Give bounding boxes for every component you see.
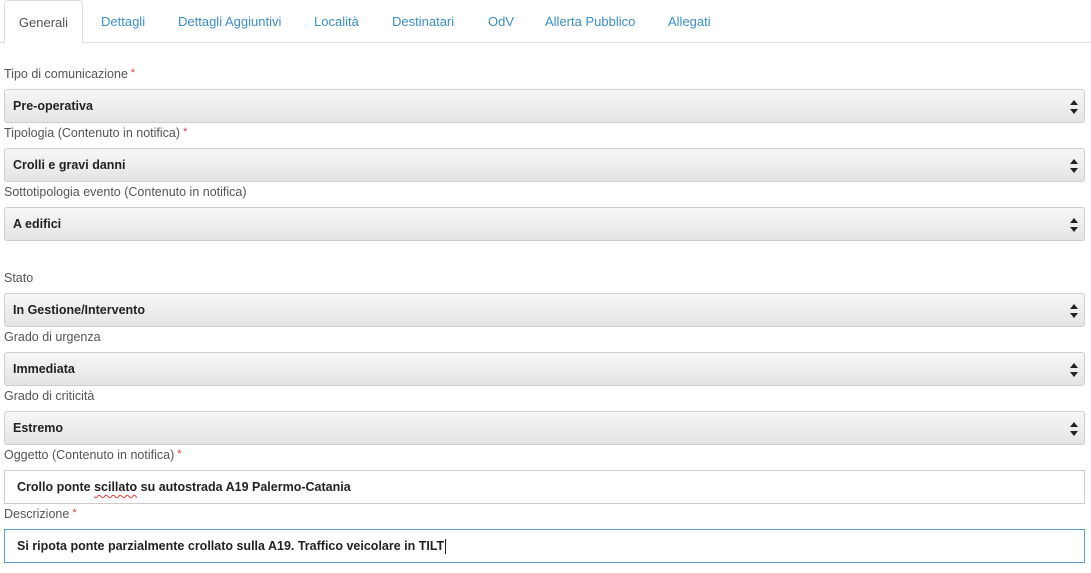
grado-criticita-select[interactable]: Estremo [4, 411, 1085, 445]
tab-allegati[interactable]: Allegati [668, 0, 711, 43]
tipologia-label-text: Tipologia (Contenuto in notifica) [4, 126, 181, 140]
select-arrows-icon [1070, 363, 1078, 377]
stato-label-text: Stato [4, 271, 34, 285]
grado-urgenza-value: Immediata [13, 362, 75, 376]
tipologia-label: Tipologia (Contenuto in notifica) * [4, 126, 187, 140]
sottotipologia-label: Sottotipologia evento (Contenuto in noti… [4, 185, 247, 199]
required-marker: * [183, 126, 188, 138]
oggetto-value-part: Crollo ponte [17, 480, 95, 494]
descrizione-label-text: Descrizione [4, 507, 70, 521]
tab-allerta-pubblico[interactable]: Allerta Pubblico [545, 0, 635, 43]
tab-localita[interactable]: Località [314, 0, 359, 43]
grado-criticita-label: Grado di criticità [4, 389, 94, 403]
stato-select[interactable]: In Gestione/Intervento [4, 293, 1085, 327]
oggetto-value-part: su autostrada A19 Palermo-Catania [137, 480, 351, 494]
oggetto-label: Oggetto (Contenuto in notifica) * [4, 448, 182, 462]
oggetto-input[interactable]: Crollo ponte scillato su autostrada A19 … [4, 470, 1085, 504]
stato-value: In Gestione/Intervento [13, 303, 145, 317]
stato-label: Stato [4, 271, 33, 285]
tipo-comunicazione-label-text: Tipo di comunicazione [4, 67, 128, 81]
grado-urgenza-label: Grado di urgenza [4, 330, 101, 344]
required-marker: * [72, 507, 77, 519]
tipo-comunicazione-select[interactable]: Pre-operativa [4, 89, 1085, 123]
grado-criticita-value: Estremo [13, 421, 64, 435]
descrizione-input[interactable]: Si ripota ponte parzialmente crollato su… [4, 529, 1085, 563]
tipo-comunicazione-label: Tipo di comunicazione * [4, 67, 135, 81]
tab-odv[interactable]: OdV [488, 0, 514, 43]
required-marker: * [177, 448, 182, 460]
text-caret [445, 539, 447, 555]
descrizione-value: Si ripota ponte parzialmente crollato su… [17, 539, 445, 553]
grado-criticita-label-text: Grado di criticità [4, 389, 95, 403]
tab-dettagli[interactable]: Dettagli [101, 0, 145, 43]
sottotipologia-label-text: Sottotipologia evento (Contenuto in noti… [4, 185, 247, 199]
select-arrows-icon [1070, 100, 1078, 114]
select-arrows-icon [1070, 422, 1078, 436]
tab-generali[interactable]: Generali [4, 0, 83, 44]
select-arrows-icon [1070, 159, 1078, 173]
grado-urgenza-label-text: Grado di urgenza [4, 330, 101, 344]
select-arrows-icon [1070, 218, 1078, 232]
spellcheck-word: scillato [94, 480, 138, 494]
oggetto-label-text: Oggetto (Contenuto in notifica) [4, 448, 175, 462]
sottotipologia-value: A edifici [13, 217, 62, 231]
tipo-comunicazione-value: Pre-operativa [13, 99, 93, 113]
tipologia-value: Crolli e gravi danni [13, 158, 126, 172]
grado-urgenza-select[interactable]: Immediata [4, 352, 1085, 386]
tab-bar: Generali Dettagli Dettagli Aggiuntivi Lo… [0, 0, 1091, 44]
required-marker: * [130, 67, 136, 79]
descrizione-label: Descrizione * [4, 507, 77, 521]
tab-destinatari[interactable]: Destinatari [392, 0, 454, 43]
select-arrows-icon [1070, 304, 1078, 318]
tab-dettagli-aggiuntivi[interactable]: Dettagli Aggiuntivi [178, 0, 281, 43]
tipologia-select[interactable]: Crolli e gravi danni [4, 148, 1085, 182]
sottotipologia-select[interactable]: A edifici [4, 207, 1085, 241]
